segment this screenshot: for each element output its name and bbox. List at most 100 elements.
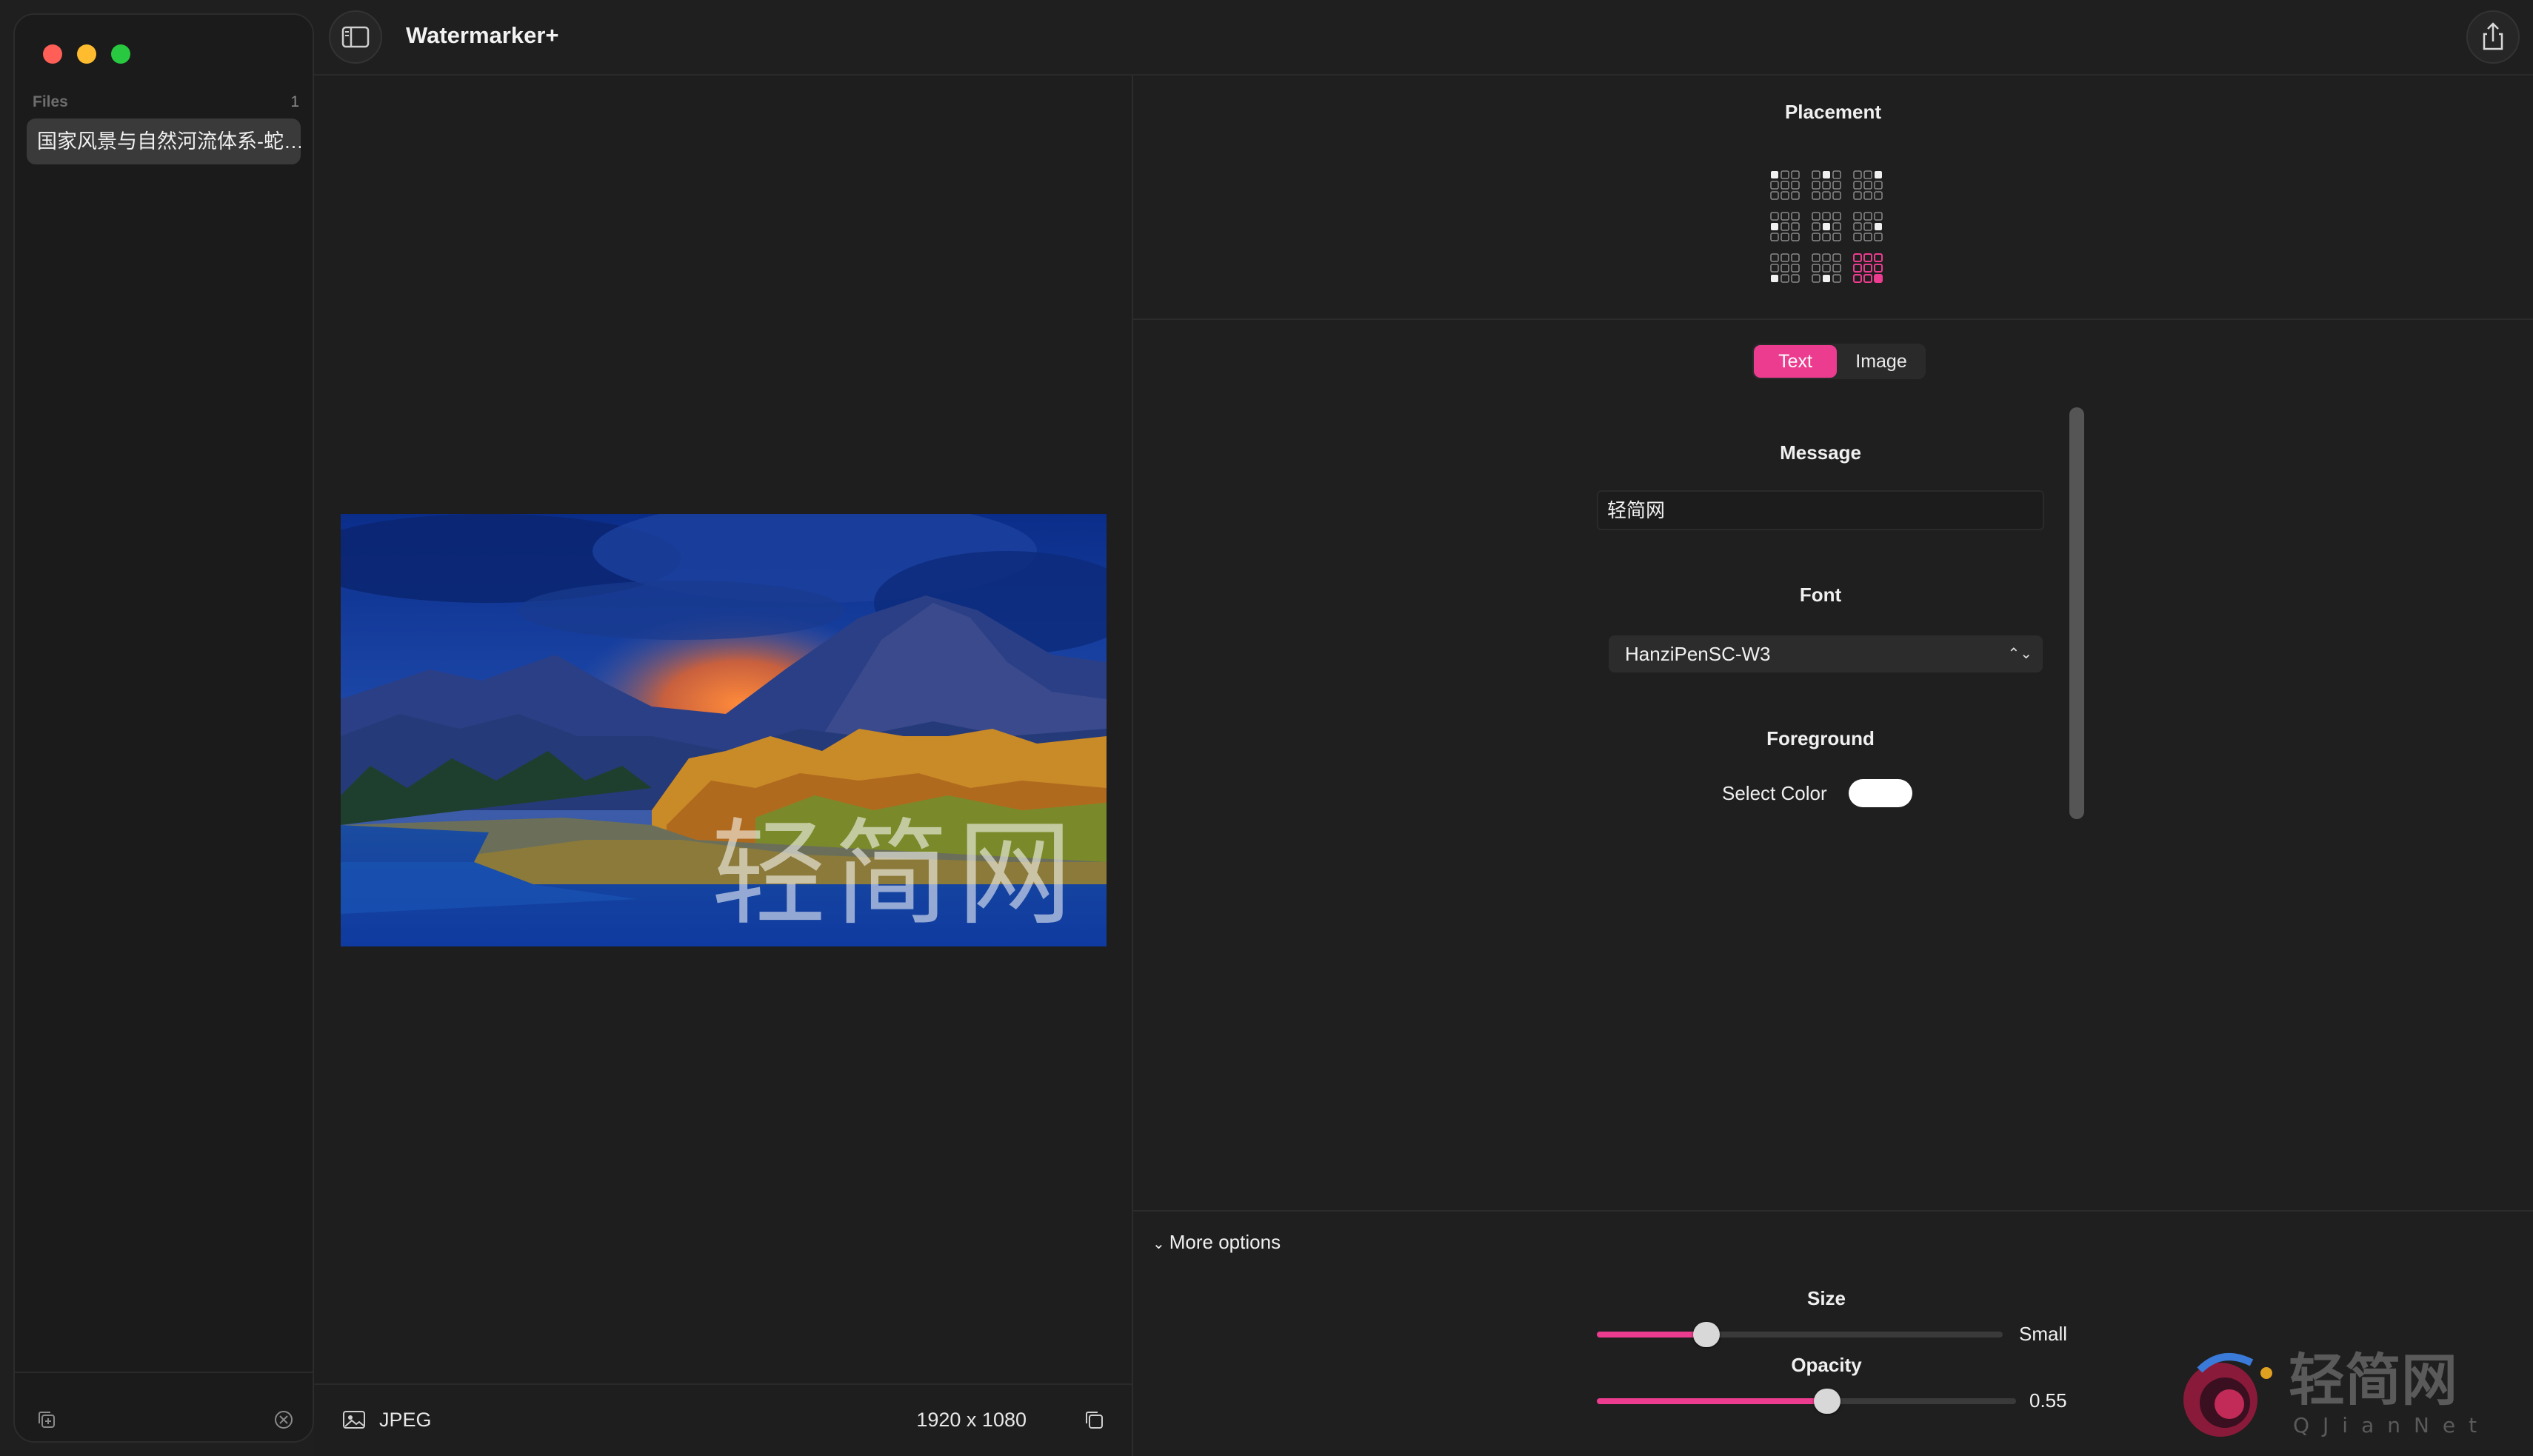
placement-cell[interactable]: [1822, 253, 1831, 262]
placement-cell[interactable]: [1863, 170, 1872, 179]
placement-cell[interactable]: [1822, 181, 1831, 190]
placement-cell[interactable]: [1770, 264, 1779, 273]
placement-cell[interactable]: [1874, 264, 1883, 273]
placement-cell[interactable]: [1874, 212, 1883, 221]
placement-cell[interactable]: [1812, 264, 1821, 273]
placement-cell[interactable]: [1791, 233, 1800, 241]
placement-cell[interactable]: [1770, 191, 1779, 200]
placement-cell[interactable]: [1853, 233, 1862, 241]
placement-cell[interactable]: [1791, 253, 1800, 262]
placement-cell[interactable]: [1781, 212, 1789, 221]
placement-cell[interactable]: [1791, 274, 1800, 283]
placement-cell[interactable]: [1770, 212, 1779, 221]
placement-cell[interactable]: [1812, 181, 1821, 190]
placement-cell[interactable]: [1781, 170, 1789, 179]
placement-cell[interactable]: [1822, 212, 1831, 221]
placement-cell[interactable]: [1771, 275, 1778, 282]
placement-cell[interactable]: [1863, 222, 1872, 231]
placement-cell[interactable]: [1781, 253, 1789, 262]
placement-cell[interactable]: [1863, 212, 1872, 221]
placement-cell[interactable]: [1812, 212, 1821, 221]
size-slider[interactable]: [1597, 1322, 2003, 1347]
placement-cell[interactable]: [1832, 264, 1841, 273]
placement-cell[interactable]: [1863, 181, 1872, 190]
zoom-window-button[interactable]: [111, 44, 130, 64]
placement-cell[interactable]: [1771, 223, 1778, 230]
placement-cell[interactable]: [1822, 233, 1831, 241]
placement-cell[interactable]: [1874, 191, 1883, 200]
message-input[interactable]: 轻简网: [1597, 490, 2044, 530]
placement-cell[interactable]: [1863, 274, 1872, 283]
placement-cell[interactable]: [1874, 274, 1883, 283]
placement-cell[interactable]: [1875, 223, 1882, 230]
placement-cell[interactable]: [1770, 233, 1779, 241]
placement-cell[interactable]: [1853, 191, 1862, 200]
placement-grid[interactable]: [1770, 170, 1900, 298]
add-file-icon[interactable]: [36, 1409, 58, 1431]
remove-file-icon[interactable]: [273, 1409, 295, 1431]
placement-cell[interactable]: [1822, 264, 1831, 273]
placement-cell[interactable]: [1863, 191, 1872, 200]
font-select[interactable]: HanziPenSC-W3 ⌃⌄: [1609, 635, 2043, 672]
placement-cell[interactable]: [1832, 212, 1841, 221]
placement-cell[interactable]: [1770, 181, 1779, 190]
placement-cell[interactable]: [1791, 264, 1800, 273]
opacity-slider[interactable]: [1597, 1389, 2016, 1414]
placement-cell[interactable]: [1781, 233, 1789, 241]
placement-cell[interactable]: [1823, 223, 1830, 230]
opacity-slider-knob[interactable]: [1814, 1389, 1840, 1414]
placement-cell[interactable]: [1874, 253, 1883, 262]
copy-icon[interactable]: [1083, 1409, 1105, 1431]
placement-cell[interactable]: [1853, 212, 1862, 221]
placement-cell[interactable]: [1771, 171, 1778, 178]
placement-cell[interactable]: [1823, 171, 1830, 178]
minimize-window-button[interactable]: [77, 44, 96, 64]
placement-cell[interactable]: [1853, 170, 1862, 179]
placement-cell[interactable]: [1812, 253, 1821, 262]
placement-cell[interactable]: [1863, 233, 1872, 241]
placement-cell[interactable]: [1812, 170, 1821, 179]
placement-cell[interactable]: [1853, 264, 1862, 273]
more-options-disclosure[interactable]: ⌄ More options: [1152, 1231, 1281, 1254]
placement-cell[interactable]: [1875, 171, 1882, 178]
file-list-item[interactable]: 国家风景与自然河流体系-蛇…: [27, 118, 301, 164]
close-window-button[interactable]: [43, 44, 62, 64]
placement-cell[interactable]: [1874, 233, 1883, 241]
placement-cell[interactable]: [1832, 222, 1841, 231]
placement-cell[interactable]: [1832, 181, 1841, 190]
placement-cell[interactable]: [1781, 191, 1789, 200]
placement-cell[interactable]: [1781, 274, 1789, 283]
placement-cell[interactable]: [1823, 275, 1830, 282]
placement-cell[interactable]: [1832, 233, 1841, 241]
placement-cell[interactable]: [1822, 191, 1831, 200]
placement-cell[interactable]: [1853, 181, 1862, 190]
placement-cell[interactable]: [1832, 253, 1841, 262]
placement-cell[interactable]: [1791, 222, 1800, 231]
placement-cell[interactable]: [1791, 170, 1800, 179]
placement-cell[interactable]: [1791, 181, 1800, 190]
placement-cell[interactable]: [1781, 264, 1789, 273]
settings-scrollbar[interactable]: [2069, 407, 2084, 819]
placement-cell[interactable]: [1791, 212, 1800, 221]
tab-text[interactable]: Text: [1754, 345, 1837, 378]
placement-cell[interactable]: [1832, 170, 1841, 179]
placement-cell[interactable]: [1781, 222, 1789, 231]
placement-cell[interactable]: [1853, 222, 1862, 231]
size-slider-knob[interactable]: [1693, 1322, 1720, 1347]
placement-cell[interactable]: [1781, 181, 1789, 190]
placement-cell[interactable]: [1832, 191, 1841, 200]
toggle-sidebar-button[interactable]: [329, 10, 382, 64]
placement-cell[interactable]: [1791, 191, 1800, 200]
placement-cell[interactable]: [1770, 253, 1779, 262]
placement-cell[interactable]: [1812, 191, 1821, 200]
placement-cell[interactable]: [1812, 222, 1821, 231]
placement-cell[interactable]: [1853, 274, 1862, 283]
placement-cell[interactable]: [1874, 181, 1883, 190]
share-button[interactable]: [2466, 10, 2520, 64]
placement-cell[interactable]: [1863, 264, 1872, 273]
tab-image[interactable]: Image: [1840, 345, 1923, 378]
placement-cell[interactable]: [1853, 253, 1862, 262]
foreground-color-well[interactable]: [1849, 779, 1912, 807]
placement-cell[interactable]: [1812, 233, 1821, 241]
placement-cell[interactable]: [1832, 274, 1841, 283]
